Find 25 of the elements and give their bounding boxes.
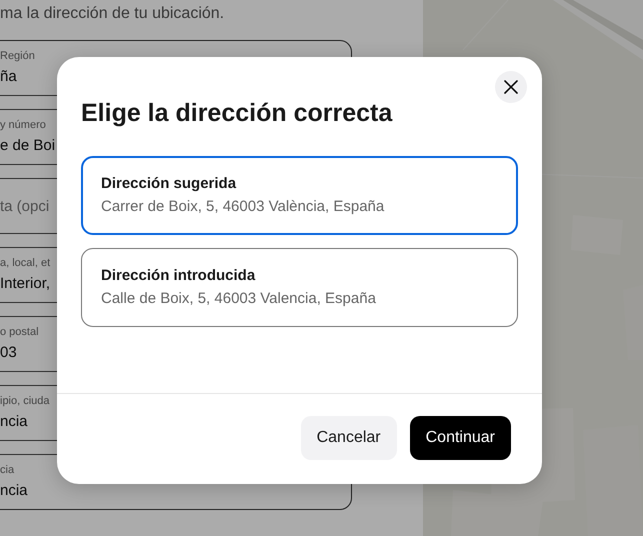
field-value: ncia [0, 480, 28, 500]
address-option[interactable]: Dirección introducida Calle de Boix, 5, 46003 Valencia, España [81, 248, 518, 327]
field-label: a, local, et [0, 256, 50, 270]
field-value: Interior, [0, 274, 50, 294]
intro-text: ma la dirección de tu ubicación. [0, 4, 226, 24]
field-label: y número [0, 118, 46, 132]
field-label: Región [0, 48, 35, 64]
option-address: Carrer de Boix, 5, 46003 València, España [101, 197, 386, 217]
close-icon [504, 80, 518, 94]
field-value: e de Boi [0, 136, 56, 156]
dialog-title: Elige la dirección correcta [81, 98, 392, 128]
option-title: Dirección sugerida [101, 174, 238, 194]
option-title: Dirección introducida [101, 266, 256, 286]
field-label: o postal [0, 324, 39, 340]
field-value: 03 [0, 342, 17, 362]
cancel-button[interactable]: Cancelar [300, 416, 397, 460]
close-button[interactable] [495, 71, 527, 103]
field-value: ncia [0, 412, 28, 432]
field-label: ipio, ciuda [0, 394, 50, 408]
field-value: ña [0, 66, 17, 86]
field-label: cia [0, 462, 14, 478]
input-field[interactable]: ta (opci [0, 198, 54, 214]
option-address: Calle de Boix, 5, 46003 Valencia, España [101, 289, 377, 309]
continue-button[interactable]: Continuar [410, 416, 511, 460]
address-option[interactable]: Dirección sugerida Carrer de Boix, 5, 46003 València, España [81, 156, 518, 235]
